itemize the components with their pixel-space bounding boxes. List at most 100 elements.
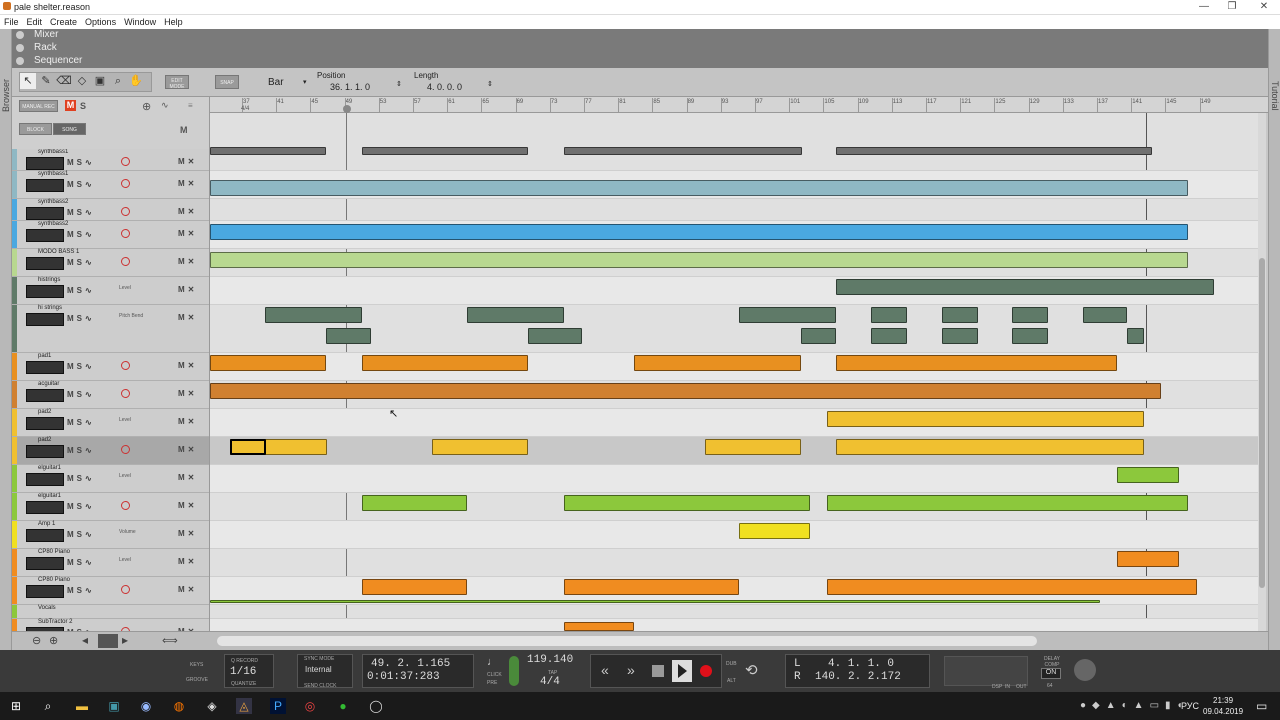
clip[interactable] (871, 307, 907, 323)
mute-delete-buttons[interactable]: M✕ (178, 417, 197, 426)
track-row[interactable]: histrings MS∿ Level M✕ (12, 277, 209, 305)
track-row[interactable]: synthbass1 MS∿ M✕ (12, 171, 209, 199)
clip[interactable] (827, 411, 1144, 427)
q-record-label[interactable]: Q RECORD (231, 658, 258, 664)
track-lane[interactable] (210, 549, 1260, 577)
clip[interactable] (326, 328, 371, 344)
clip[interactable] (564, 147, 802, 155)
track-name[interactable]: pad1 (38, 353, 51, 359)
clip[interactable] (210, 224, 1188, 240)
track-name[interactable]: Vocals (38, 605, 56, 611)
track-lane[interactable] (210, 199, 1260, 221)
vertical-scroll-thumb[interactable] (1259, 258, 1265, 588)
track-name[interactable]: synthbass2 (38, 199, 68, 205)
snap-button[interactable]: SNAP (215, 75, 239, 89)
track-name[interactable]: MODO BASS 1 (38, 249, 79, 255)
delay-comp-value[interactable]: 64 (1047, 683, 1053, 689)
time-signature[interactable]: 4/4 (540, 676, 560, 688)
tray-time[interactable]: 21:39 (1213, 696, 1233, 705)
track-name[interactable]: synthbass1 (38, 149, 68, 155)
clip[interactable] (528, 328, 582, 344)
clip[interactable] (801, 328, 836, 344)
file-explorer-icon[interactable]: ▬ (74, 698, 90, 714)
mute-solo-buttons[interactable]: MS∿ (67, 586, 95, 595)
track-row[interactable]: SubTractor 2MS∿M✕ (12, 619, 209, 631)
arrangement-lanes[interactable] (210, 113, 1260, 631)
track-name[interactable]: synthbass2 (38, 221, 68, 227)
track-name[interactable]: histrings (38, 277, 60, 283)
mute-solo-buttons[interactable]: MS∿ (67, 446, 95, 455)
track-row[interactable]: pad1 MS∿ M✕ (12, 353, 209, 381)
mute-solo-buttons[interactable]: MS∿ (67, 390, 95, 399)
loop-left-value[interactable]: 4. 1. 1. 0 (828, 658, 894, 670)
clip[interactable] (362, 147, 528, 155)
mute-delete-buttons[interactable]: M✕ (178, 179, 197, 188)
mute-delete-buttons[interactable]: M✕ (178, 529, 197, 538)
steam-icon[interactable]: ◉ (138, 698, 154, 714)
track-lane[interactable] (210, 521, 1260, 549)
track-lane[interactable] (210, 605, 1260, 619)
position-value[interactable]: 36. 1. 1. 0 (330, 82, 370, 92)
mute-solo-buttons[interactable]: MS∿ (67, 530, 95, 539)
record-enable-icon[interactable] (121, 501, 130, 510)
song-position-handle[interactable] (343, 105, 351, 113)
clip[interactable] (1012, 328, 1048, 344)
click-level-slider[interactable] (509, 656, 519, 686)
clip[interactable] (564, 495, 810, 511)
photoshop-icon[interactable]: P (270, 698, 286, 714)
mixer-section-bar[interactable]: Mixer (12, 29, 1268, 42)
mute-delete-buttons[interactable]: M✕ (178, 445, 197, 454)
horizontal-scrollbar[interactable]: ⊖ ⊕ ◂ ▸ ⟺ (12, 631, 1268, 650)
record-enable-icon[interactable] (121, 361, 130, 370)
clip[interactable] (827, 579, 1197, 595)
timeline-ruler[interactable]: 37 41 45 49 53 57 61 65 69 73 77 81 85 89 93 97 101 105 10… (210, 97, 1268, 113)
track-row[interactable]: MODO BASS 1 MS∿ M✕ (12, 249, 209, 277)
quantize-value[interactable]: 1/16 (230, 666, 256, 678)
track-row[interactable]: CP80 Piano MS∿ M✕ (12, 577, 209, 605)
track-row[interactable]: synthbass2 MS∿ M✕ (12, 199, 209, 221)
torrent-icon[interactable]: ● (335, 698, 351, 714)
hand-tool-icon[interactable]: ✋ (128, 73, 144, 89)
tray-date[interactable]: 09.04.2019 (1203, 707, 1243, 716)
zoom-in-icon[interactable]: ⊕ (49, 634, 58, 647)
track-row[interactable]: hi strings MS∿ Pitch Bend M✕ (12, 305, 209, 353)
mute-solo-buttons[interactable]: MS∿ (67, 208, 95, 217)
mute-delete-buttons[interactable]: M✕ (178, 157, 197, 166)
track-row[interactable]: pad2 MS∿ Level M✕ (12, 409, 209, 437)
arrow-tool-icon[interactable]: ↖ (20, 73, 36, 89)
track-name[interactable]: elguitar1 (38, 493, 61, 499)
track-name[interactable]: hi strings (38, 305, 62, 311)
delay-comp-on-button[interactable]: ON (1041, 668, 1061, 679)
mute-solo-buttons[interactable]: MS∿ (67, 474, 95, 483)
menu-help[interactable]: Help (160, 15, 187, 27)
clip[interactable] (1117, 551, 1179, 567)
loop-right-value[interactable]: 140. 2. 2.172 (815, 671, 901, 683)
keys-label[interactable]: KEYS (190, 662, 203, 668)
firefox-icon[interactable]: ◍ (171, 698, 187, 714)
groove-label[interactable]: GROOVE (186, 677, 208, 683)
menu-create[interactable]: Create (46, 15, 81, 27)
track-row[interactable]: synthbass1 MS∿ M✕ (12, 149, 209, 171)
block-button[interactable]: BLOCK (19, 123, 52, 135)
track-name[interactable]: pad2 (38, 409, 51, 415)
snap-dropdown-icon[interactable]: ▾ (303, 78, 307, 86)
clip[interactable] (942, 307, 978, 323)
clip[interactable] (210, 600, 1100, 603)
add-track-icon[interactable]: ⊕ (142, 100, 151, 113)
rewind-icon[interactable]: « (601, 662, 609, 678)
clip[interactable] (362, 579, 467, 595)
snap-value[interactable]: Bar (268, 77, 284, 88)
track-name[interactable]: acguitar (38, 381, 59, 387)
chrome-icon[interactable]: ◎ (302, 698, 318, 714)
follow-song-button[interactable] (98, 634, 118, 648)
tempo-value[interactable]: 119.140 (527, 654, 573, 666)
track-row[interactable]: acguitar MS∿ M✕ (12, 381, 209, 409)
clip[interactable] (836, 279, 1214, 295)
tray-icons[interactable]: ●◆▲◐▲▭▮◖ (1080, 700, 1189, 711)
clip[interactable] (739, 307, 836, 323)
clip[interactable] (265, 307, 362, 323)
clip[interactable] (564, 579, 739, 595)
minimize-button[interactable]: — (1194, 1, 1214, 12)
track-lane[interactable] (210, 465, 1260, 493)
zoom-fit-icon[interactable]: ⟺ (162, 634, 178, 647)
